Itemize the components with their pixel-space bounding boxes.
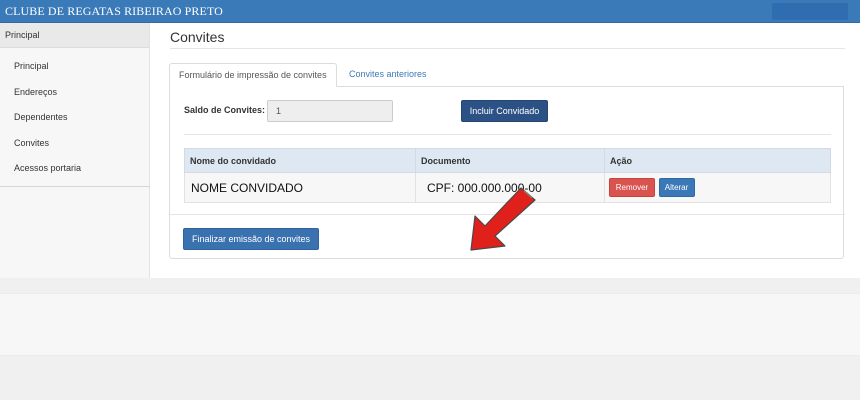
- sidebar-divider: [0, 186, 150, 187]
- user-menu-button[interactable]: [772, 3, 848, 20]
- main-content: Convites Formulário de impressão de conv…: [150, 23, 860, 278]
- form-divider: [184, 134, 831, 135]
- top-navbar: CLUBE DE REGATAS RIBEIRAO PRETO: [0, 0, 860, 23]
- page-title: Convites: [170, 29, 225, 45]
- finalizar-emissao-button[interactable]: Finalizar emissão de convites: [183, 228, 319, 250]
- saldo-label: Saldo de Convites:: [184, 105, 266, 115]
- tab-formulario-impressao[interactable]: Formulário de impressão de convites: [169, 63, 337, 87]
- cell-nome-convidado: NOME CONVIDADO: [184, 172, 416, 203]
- sidebar-heading[interactable]: Principal: [0, 23, 149, 48]
- cell-acao: Remover Alterar: [604, 172, 831, 203]
- sidebar-item-acessos-portaria[interactable]: Acessos portaria: [0, 156, 149, 182]
- annotation-arrow-icon: [470, 187, 536, 251]
- column-header-documento: Documento: [415, 148, 605, 173]
- remover-button[interactable]: Remover: [609, 178, 655, 197]
- column-header-acao: Ação: [604, 148, 831, 173]
- brand-title[interactable]: CLUBE DE REGATAS RIBEIRAO PRETO: [5, 4, 223, 19]
- column-header-nome: Nome do convidado: [184, 148, 416, 173]
- saldo-input[interactable]: [267, 100, 393, 122]
- sidebar: Principal Principal Endereços Dependente…: [0, 23, 150, 278]
- sidebar-item-dependentes[interactable]: Dependentes: [0, 105, 149, 131]
- alterar-button[interactable]: Alterar: [658, 178, 695, 197]
- sidebar-item-enderecos[interactable]: Endereços: [0, 80, 149, 106]
- tab-bar: Formulário de impressão de convites Conv…: [169, 63, 844, 87]
- tab-convites-anteriores[interactable]: Convites anteriores: [340, 63, 436, 87]
- incluir-convidado-button[interactable]: Incluir Convidado: [461, 100, 548, 122]
- sidebar-nav: Principal Endereços Dependentes Convites…: [0, 48, 149, 182]
- title-divider: [170, 48, 845, 49]
- table-header-row: Nome do convidado Documento Ação: [184, 148, 831, 173]
- sidebar-item-principal[interactable]: Principal: [0, 54, 149, 80]
- footer-band: [0, 293, 860, 356]
- sidebar-item-convites[interactable]: Convites: [0, 131, 149, 157]
